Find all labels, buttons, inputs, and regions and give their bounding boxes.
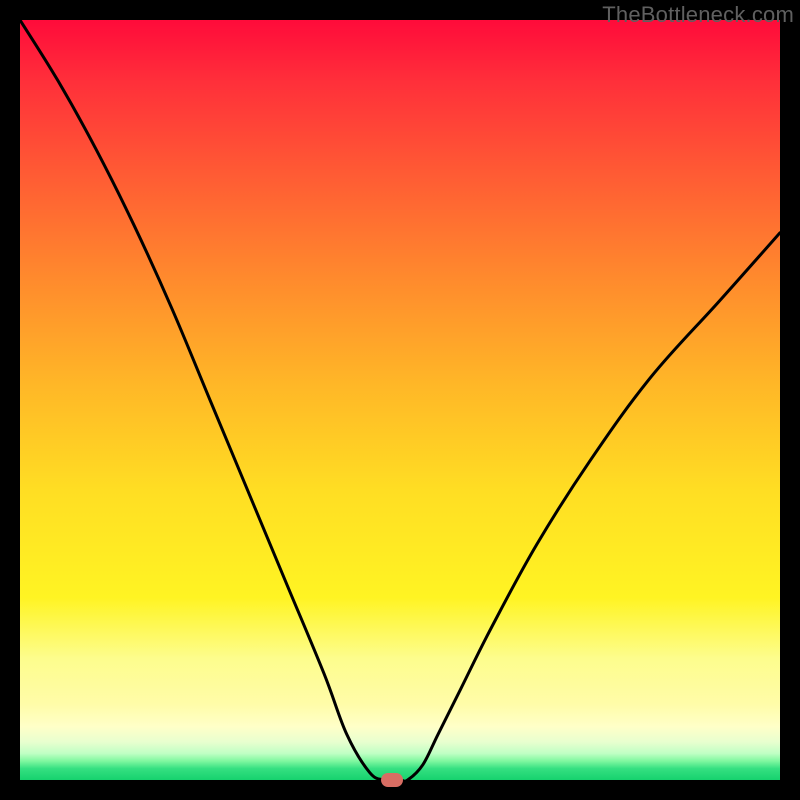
chart-frame: TheBottleneck.com: [0, 0, 800, 800]
plot-area: [20, 20, 780, 780]
optimal-point-marker: [381, 773, 403, 787]
watermark-text: TheBottleneck.com: [602, 2, 794, 28]
curve-svg: [20, 20, 780, 780]
bottleneck-curve-path: [20, 20, 780, 780]
